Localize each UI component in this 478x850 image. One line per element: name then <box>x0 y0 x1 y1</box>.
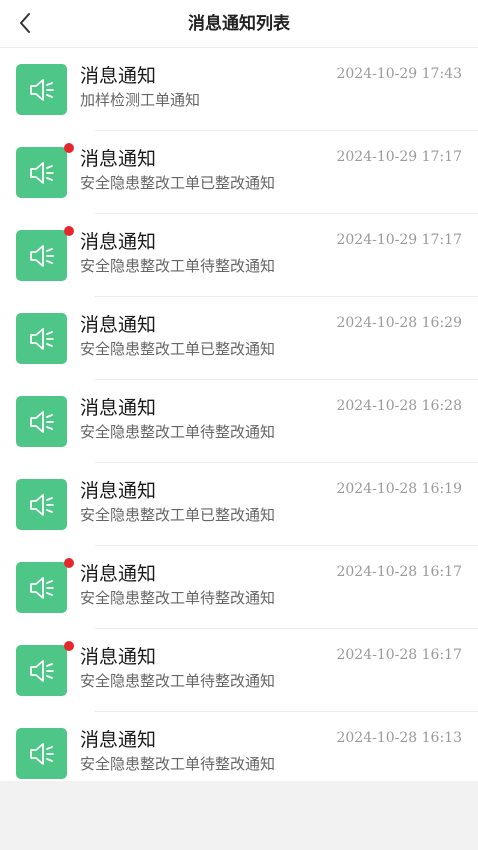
notification-time: 2024-10-29 17:17 <box>336 232 462 248</box>
nav-bar: 消息通知列表 <box>0 0 478 48</box>
notification-item[interactable]: 消息通知 安全隐患整改工单待整改通知 2024-10-29 17:17 <box>0 214 478 297</box>
speaker-icon <box>29 161 54 184</box>
notification-time: 2024-10-28 16:17 <box>336 564 462 580</box>
notification-icon-box <box>16 230 67 281</box>
notification-icon-box <box>16 479 67 530</box>
notification-icon-box <box>16 64 67 115</box>
notification-item[interactable]: 消息通知 加样检测工单通知 2024-10-29 17:43 <box>0 48 478 131</box>
notification-title: 消息通知 <box>80 397 157 419</box>
notification-icon-box <box>16 728 67 779</box>
notification-item[interactable]: 消息通知 安全隐患整改工单待整改通知 2024-10-28 16:17 <box>0 546 478 629</box>
notification-title: 消息通知 <box>80 480 157 502</box>
notification-time: 2024-10-28 16:17 <box>336 647 462 663</box>
notification-time: 2024-10-28 16:19 <box>336 481 462 497</box>
notification-icon-box <box>16 562 67 613</box>
speaker-icon <box>29 659 54 682</box>
speaker-icon <box>29 78 54 101</box>
unread-dot <box>64 558 74 568</box>
notification-item[interactable]: 消息通知 安全隐患整改工单待整改通知 2024-10-28 16:28 <box>0 380 478 463</box>
notification-subtitle: 安全隐患整改工单待整改通知 <box>80 755 276 773</box>
notification-icon-box <box>16 645 67 696</box>
notification-time: 2024-10-28 16:13 <box>336 730 462 746</box>
unread-dot <box>64 226 74 236</box>
notification-title: 消息通知 <box>80 563 157 585</box>
unread-dot <box>64 143 74 153</box>
notification-time: 2024-10-29 17:17 <box>336 149 462 165</box>
notification-subtitle: 安全隐患整改工单待整改通知 <box>80 257 276 275</box>
notification-subtitle: 安全隐患整改工单已整改通知 <box>80 340 276 358</box>
empty-area <box>0 781 478 850</box>
notification-title: 消息通知 <box>80 729 157 751</box>
notification-subtitle: 加样检测工单通知 <box>80 91 201 109</box>
notification-time: 2024-10-28 16:28 <box>336 398 462 414</box>
speaker-icon <box>29 327 54 350</box>
notification-icon-box <box>16 147 67 198</box>
notification-list: 消息通知 加样检测工单通知 2024-10-29 17:43 消息通知 安全隐患… <box>0 48 478 781</box>
notification-subtitle: 安全隐患整改工单待整改通知 <box>80 672 276 690</box>
speaker-icon <box>29 244 54 267</box>
notification-title: 消息通知 <box>80 231 157 253</box>
notification-subtitle: 安全隐患整改工单已整改通知 <box>80 174 276 192</box>
speaker-icon <box>29 742 54 765</box>
notification-subtitle: 安全隐患整改工单已整改通知 <box>80 506 276 524</box>
unread-dot <box>64 641 74 651</box>
notification-item[interactable]: 消息通知 安全隐患整改工单已整改通知 2024-10-28 16:29 <box>0 297 478 380</box>
speaker-icon <box>29 493 54 516</box>
notification-subtitle: 安全隐患整改工单待整改通知 <box>80 423 276 441</box>
notification-title: 消息通知 <box>80 148 157 170</box>
speaker-icon <box>29 576 54 599</box>
page-title: 消息通知列表 <box>188 14 290 34</box>
notification-item[interactable]: 消息通知 安全隐患整改工单已整改通知 2024-10-29 17:17 <box>0 131 478 214</box>
notification-title: 消息通知 <box>80 646 157 668</box>
speaker-icon <box>29 410 54 433</box>
notification-time: 2024-10-29 17:43 <box>336 66 462 82</box>
notification-icon-box <box>16 396 67 447</box>
notification-item[interactable]: 消息通知 安全隐患整改工单待整改通知 2024-10-28 16:17 <box>0 629 478 712</box>
notification-subtitle: 安全隐患整改工单待整改通知 <box>80 589 276 607</box>
notification-time: 2024-10-28 16:29 <box>336 315 462 331</box>
notification-icon-box <box>16 313 67 364</box>
notification-title: 消息通知 <box>80 314 157 336</box>
notification-title: 消息通知 <box>80 65 157 87</box>
notification-item[interactable]: 消息通知 安全隐患整改工单已整改通知 2024-10-28 16:19 <box>0 463 478 546</box>
